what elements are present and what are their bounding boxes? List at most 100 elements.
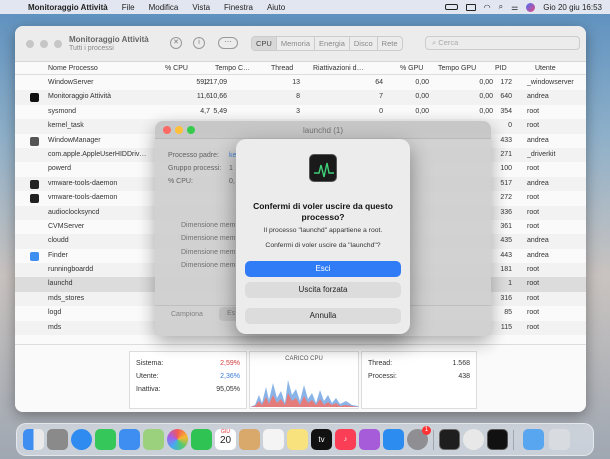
trash-dock-icon[interactable] [549, 429, 570, 450]
col-user[interactable]: Utente [535, 65, 556, 72]
process-threads: 13 [292, 79, 300, 86]
process-name: Monitoraggio Attività [48, 93, 112, 101]
process-name: logd [48, 309, 62, 317]
process-name: WindowServer [48, 79, 94, 86]
process-user: root [527, 122, 540, 130]
menu-window[interactable]: Finestra [224, 3, 253, 12]
reminders-dock-icon[interactable] [263, 429, 284, 450]
process-name: mds_stores [48, 294, 85, 302]
threads-label: Thread: [368, 360, 393, 367]
col-process-name[interactable]: Nome Processo [48, 65, 98, 72]
menu-app-name[interactable]: Monitoraggio Attività [28, 3, 108, 12]
preview-dock-icon[interactable] [463, 429, 484, 450]
dock: GIU 20 tv ♪ 1 [16, 423, 594, 456]
music-dock-icon[interactable]: ♪ [335, 429, 356, 450]
process-pid: 272 [500, 194, 512, 202]
downloads-dock-icon[interactable] [523, 429, 544, 450]
app-store-dock-icon[interactable] [383, 429, 404, 450]
confirm-quit-dialog: Confermi di voler uscire da questo proce… [236, 139, 410, 334]
podcasts-dock-icon[interactable] [359, 429, 380, 450]
wifi-icon[interactable]: ◠ [484, 3, 491, 12]
table-row[interactable]: sysmond 4,7 5,49 3 0 0,00 0,00 354 root [15, 105, 586, 119]
process-time: 1:17,09 [203, 79, 227, 86]
siri-icon[interactable] [526, 2, 536, 12]
col-gpu-time[interactable]: Tempo GPU [438, 65, 476, 72]
process-pid: 354 [500, 107, 512, 115]
search-input[interactable]: ⌕ Cerca [425, 36, 580, 50]
system-value: 2,59% [220, 360, 240, 367]
window-icon [30, 136, 39, 146]
maps-dock-icon[interactable] [143, 429, 164, 450]
settings-badge: 1 [422, 426, 431, 435]
quit-button[interactable]: Esci [245, 261, 401, 277]
col-threads[interactable]: Thread [271, 65, 293, 72]
battery-icon[interactable] [444, 4, 458, 10]
more-options-icon[interactable]: ⋯ [218, 37, 238, 49]
process-gputime: 0,00 [479, 107, 493, 115]
col-pid[interactable]: PID [495, 65, 507, 72]
memory-size-label-1: Dimensione mem… [181, 222, 243, 229]
screen-icon[interactable] [465, 3, 476, 11]
tab-energy[interactable]: Energia [315, 37, 350, 50]
process-user: andrea [527, 251, 549, 259]
process-user: _driverkit [527, 150, 556, 158]
process-group-label: Gruppo processi: [168, 165, 222, 172]
process-name: WindowManager [48, 136, 101, 144]
menu-help[interactable]: Aiuto [267, 3, 285, 12]
stop-process-icon[interactable]: ✕ [170, 37, 182, 49]
memory-size-label-2: Dimensione mem… [181, 235, 243, 242]
apple-tv-dock-icon[interactable]: tv [311, 429, 332, 450]
process-gputime: 0,00 [479, 79, 493, 86]
finder-dock-icon[interactable] [23, 429, 44, 450]
process-user: andrea [527, 93, 549, 101]
process-pid: 0 [508, 122, 512, 130]
process-name: mds [48, 323, 62, 331]
process-name: CVMServer [48, 222, 85, 230]
col-wakeups[interactable]: Riattivazioni d… [313, 65, 364, 72]
system-settings-dock-icon[interactable]: 1 [407, 426, 431, 450]
launchpad-dock-icon[interactable] [47, 429, 68, 450]
cpu-load-breakdown: Sistema: 2,59% Utente: 2,36% Inattiva: 9… [129, 351, 247, 409]
safari-dock-icon[interactable] [71, 429, 92, 450]
terminal-dock-icon[interactable] [439, 429, 460, 450]
cancel-button[interactable]: Annulla [245, 308, 401, 324]
process-pid: 435 [500, 237, 512, 245]
col-cpu-time[interactable]: Tempo C… [215, 65, 250, 72]
tab-cpu[interactable]: CPU [252, 37, 277, 50]
tab-memory[interactable]: Memoria [277, 37, 316, 50]
calendar-dock-icon[interactable]: GIU 20 [215, 429, 236, 450]
messages-dock-icon[interactable] [95, 429, 116, 450]
table-row[interactable]: WindowServer 59,2 1:17,09 13 64 0,00 0,00 172 _w… [15, 76, 586, 90]
menu-file[interactable]: File [122, 3, 135, 12]
facetime-dock-icon[interactable] [191, 429, 212, 450]
menu-edit[interactable]: Modifica [149, 3, 179, 12]
process-name: vmware-tools-daemon [48, 179, 118, 187]
process-gpu: 0,00 [415, 107, 429, 115]
table-row[interactable]: Monitoraggio Attività 11,6 10,66 8 7 0,00 0,00… [15, 90, 586, 105]
activity-monitor-dock-icon[interactable] [487, 429, 508, 450]
search-menu-icon[interactable]: ⌕ [499, 2, 503, 12]
zoom-window-button[interactable] [54, 40, 62, 48]
close-window-button[interactable] [26, 40, 34, 48]
notes-dock-icon[interactable] [287, 429, 308, 450]
cpu-percent-value: 0, [229, 178, 235, 185]
process-time: 5,49 [213, 107, 227, 115]
tab-disk[interactable]: Disco [350, 37, 378, 50]
menu-clock[interactable]: Gio 20 giu 16:53 [543, 3, 602, 12]
process-time: 10,66 [209, 93, 227, 101]
photos-dock-icon[interactable] [167, 429, 188, 450]
process-user: root [527, 294, 540, 302]
processes-value: 438 [458, 373, 470, 380]
col-cpu[interactable]: % CPU [165, 65, 188, 72]
force-quit-button[interactable]: Uscita forzata [245, 282, 401, 298]
col-gpu[interactable]: % GPU [400, 65, 423, 72]
sample-button[interactable]: Campiona [171, 311, 203, 318]
control-center-icon[interactable]: ⚌ [511, 3, 518, 12]
menu-view[interactable]: Vista [192, 3, 210, 12]
contacts-dock-icon[interactable] [239, 429, 260, 450]
minimize-window-button[interactable] [40, 40, 48, 48]
tab-network[interactable]: Rete [378, 37, 402, 50]
terminal-icon [30, 194, 39, 204]
info-icon[interactable]: i [193, 37, 205, 49]
mail-dock-icon[interactable] [119, 429, 140, 450]
